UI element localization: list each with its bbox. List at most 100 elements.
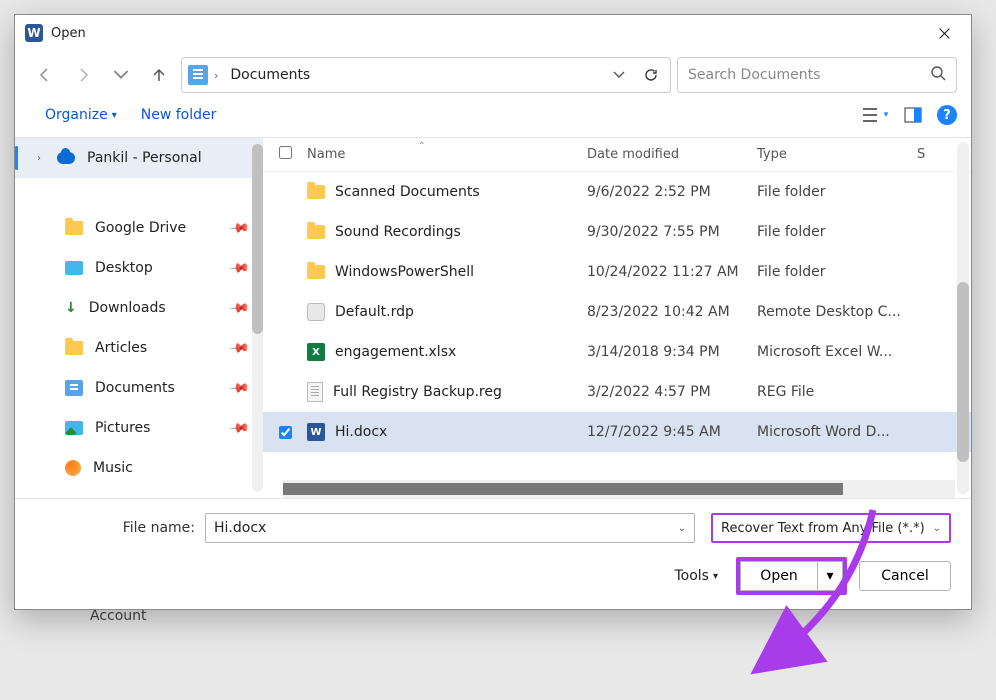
file-row[interactable]: Sound Recordings 9/30/2022 7:55 PMFile fo… — [263, 212, 971, 252]
close-button[interactable] — [921, 15, 967, 51]
cancel-button[interactable]: Cancel — [859, 561, 951, 591]
refresh-button[interactable] — [638, 62, 664, 88]
organize-dropdown[interactable]: Organize▾ — [45, 107, 117, 123]
chevron-right-icon: › — [37, 153, 41, 164]
search-icon — [930, 65, 946, 85]
column-headers: Name⌃ Date modified Type S — [263, 138, 971, 172]
close-icon — [938, 27, 951, 40]
recent-dropdown[interactable] — [105, 59, 137, 91]
pin-icon: 📌 — [228, 257, 250, 279]
file-row[interactable]: WHi.docx12/7/2022 9:45 AMMicrosoft Word … — [263, 412, 971, 452]
file-row[interactable]: Default.rdp 8/23/2022 10:42 AMRemote Desk… — [263, 292, 971, 332]
sidebar-item-googledrive[interactable]: Google Drive📌 — [15, 208, 263, 248]
vertical-scrollbar[interactable] — [957, 142, 969, 494]
excel-file-icon: X — [307, 343, 325, 361]
sidebar-item-music[interactable]: Music — [15, 448, 263, 488]
file-date: 9/30/2022 7:55 PM — [587, 224, 757, 240]
pin-icon: 📌 — [228, 217, 250, 239]
filename-combo[interactable]: Hi.docx ⌄ — [205, 513, 695, 543]
folder-icon — [307, 225, 325, 239]
file-list-area: Name⌃ Date modified Type S Scanned Docum… — [263, 138, 971, 498]
filetype-filter-combo[interactable]: Recover Text from Any File (*.*) ⌄ — [711, 513, 951, 543]
file-name: Sound Recordings — [335, 224, 461, 240]
col-date[interactable]: Date modified — [587, 147, 757, 162]
reg-file-icon — [307, 382, 323, 402]
back-button[interactable] — [29, 59, 61, 91]
view-mode-dropdown[interactable]: ▾ — [861, 101, 889, 129]
horizontal-scrollbar[interactable] — [283, 480, 955, 498]
file-row[interactable]: WindowsPowerShell10/24/2022 11:27 AMFile… — [263, 252, 971, 292]
new-folder-button[interactable]: New folder — [141, 107, 217, 123]
open-button[interactable]: Open — [740, 561, 818, 591]
file-type: Microsoft Excel W... — [757, 344, 917, 360]
pin-icon: 📌 — [228, 417, 250, 439]
preview-pane-button[interactable] — [899, 101, 927, 129]
search-box[interactable] — [677, 57, 957, 93]
pictures-icon — [65, 421, 83, 435]
music-icon — [65, 460, 81, 476]
file-date: 9/6/2022 2:52 PM — [587, 184, 757, 200]
rdp-file-icon — [307, 303, 325, 321]
sidebar-item-documents[interactable]: Documents📌 — [15, 368, 263, 408]
chevron-down-icon: ⌄ — [678, 523, 686, 534]
sidebar-item-articles[interactable]: Articles📌 — [15, 328, 263, 368]
dialog-title: Open — [51, 26, 86, 41]
sidebar-item-onedrive[interactable]: › Pankil - Personal — [15, 138, 263, 178]
cloud-icon — [57, 152, 75, 164]
file-row[interactable]: Scanned Documents9/6/2022 2:52 PMFile fo… — [263, 172, 971, 212]
sidebar-scrollbar[interactable] — [252, 144, 263, 492]
word-icon: W — [25, 24, 43, 42]
folder-icon — [65, 221, 83, 235]
sidebar-item-downloads[interactable]: ↓Downloads📌 — [15, 288, 263, 328]
sidebar-label: Pankil - Personal — [87, 150, 202, 166]
folder-icon — [65, 341, 83, 355]
forward-button[interactable] — [67, 59, 99, 91]
sort-indicator-icon: ⌃ — [417, 141, 425, 152]
tools-dropdown[interactable]: Tools▾ — [674, 568, 718, 584]
behind-account-label: Account — [90, 608, 147, 624]
documents-folder-icon — [188, 65, 208, 85]
file-row[interactable]: Xengagement.xlsx3/14/2018 9:34 PMMicroso… — [263, 332, 971, 372]
row-checkbox[interactable] — [279, 426, 292, 439]
open-button-group: Open ▾ — [736, 557, 847, 595]
address-dropdown[interactable] — [606, 62, 632, 88]
file-row[interactable]: Full Registry Backup.reg3/2/2022 4:57 PM… — [263, 372, 971, 412]
file-type: File folder — [757, 224, 917, 240]
file-name: Default.rdp — [335, 304, 414, 320]
pin-icon: 📌 — [228, 377, 250, 399]
file-date: 12/7/2022 9:45 AM — [587, 424, 757, 440]
chevron-down-icon: ⌄ — [933, 523, 941, 534]
documents-icon — [65, 380, 83, 396]
breadcrumb-documents[interactable]: Documents — [224, 63, 316, 87]
file-date: 3/2/2022 4:57 PM — [587, 384, 757, 400]
desktop-icon — [65, 261, 83, 275]
search-input[interactable] — [688, 67, 924, 83]
file-type: File folder — [757, 264, 917, 280]
file-type: Microsoft Word D... — [757, 424, 917, 440]
col-size[interactable]: S — [917, 147, 925, 162]
sidebar-item-pictures[interactable]: Pictures📌 — [15, 408, 263, 448]
pin-icon: 📌 — [228, 297, 250, 319]
help-button[interactable]: ? — [937, 105, 957, 125]
filename-label: File name: — [35, 520, 195, 536]
file-type: REG File — [757, 384, 917, 400]
col-name[interactable]: Name⌃ — [307, 147, 587, 162]
address-bar[interactable]: › Documents — [181, 57, 671, 93]
col-type[interactable]: Type — [757, 147, 917, 162]
sidebar-item-desktop[interactable]: Desktop📌 — [15, 248, 263, 288]
file-type: Remote Desktop C... — [757, 304, 917, 320]
file-type: File folder — [757, 184, 917, 200]
dialog-footer: File name: Hi.docx ⌄ Recover Text from A… — [15, 498, 971, 609]
file-date: 8/23/2022 10:42 AM — [587, 304, 757, 320]
command-bar: Organize▾ New folder ▾ ? — [15, 99, 971, 137]
open-dialog: W Open › Documents Organize▾ New folder … — [14, 14, 972, 610]
open-split-button[interactable]: ▾ — [818, 561, 843, 591]
pin-icon: 📌 — [228, 337, 250, 359]
folder-icon — [307, 265, 325, 279]
file-date: 10/24/2022 11:27 AM — [587, 264, 757, 280]
file-name: Hi.docx — [335, 424, 387, 440]
up-button[interactable] — [143, 59, 175, 91]
folder-icon — [307, 185, 325, 199]
filter-value: Recover Text from Any File (*.*) — [721, 521, 925, 536]
select-all-checkbox[interactable] — [279, 146, 292, 159]
